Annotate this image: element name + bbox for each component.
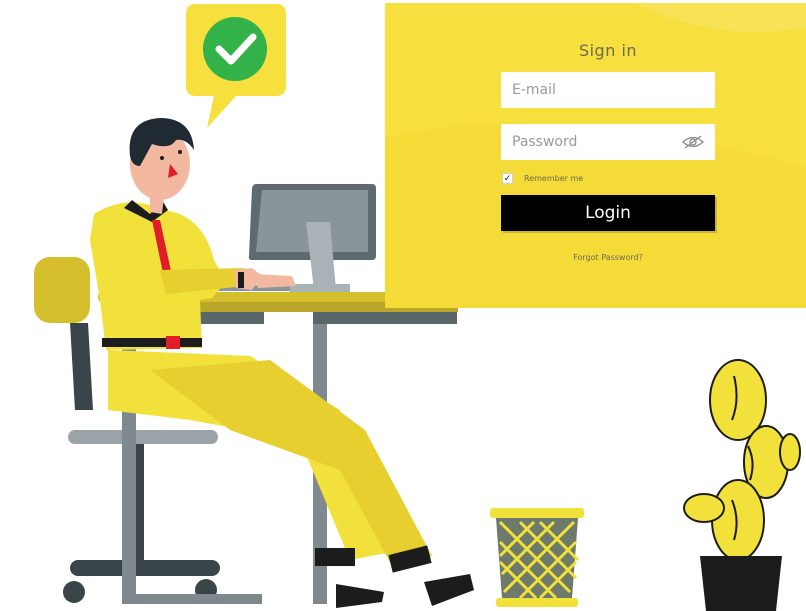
email-field[interactable]	[501, 72, 715, 108]
forgot-password-link[interactable]: Forgot Password?	[501, 253, 715, 262]
cactus-plant	[683, 359, 801, 611]
remember-me-checkbox[interactable]: ✓	[502, 173, 513, 184]
success-speech-bubble	[186, 4, 286, 128]
remember-me-label: Remember me	[524, 174, 584, 183]
remember-me-row: ✓ Remember me	[502, 173, 583, 184]
password-field[interactable]	[501, 124, 715, 160]
login-panel: Sign in ✓ Remember me Login Forgot Passw…	[385, 3, 806, 308]
password-input[interactable]	[512, 134, 682, 150]
email-input[interactable]	[512, 82, 704, 98]
checkmark-icon	[203, 17, 267, 81]
eye-slash-icon[interactable]	[682, 135, 704, 149]
login-button[interactable]: Login	[501, 195, 715, 231]
waste-basket	[490, 508, 584, 607]
sign-in-title: Sign in	[578, 41, 638, 60]
